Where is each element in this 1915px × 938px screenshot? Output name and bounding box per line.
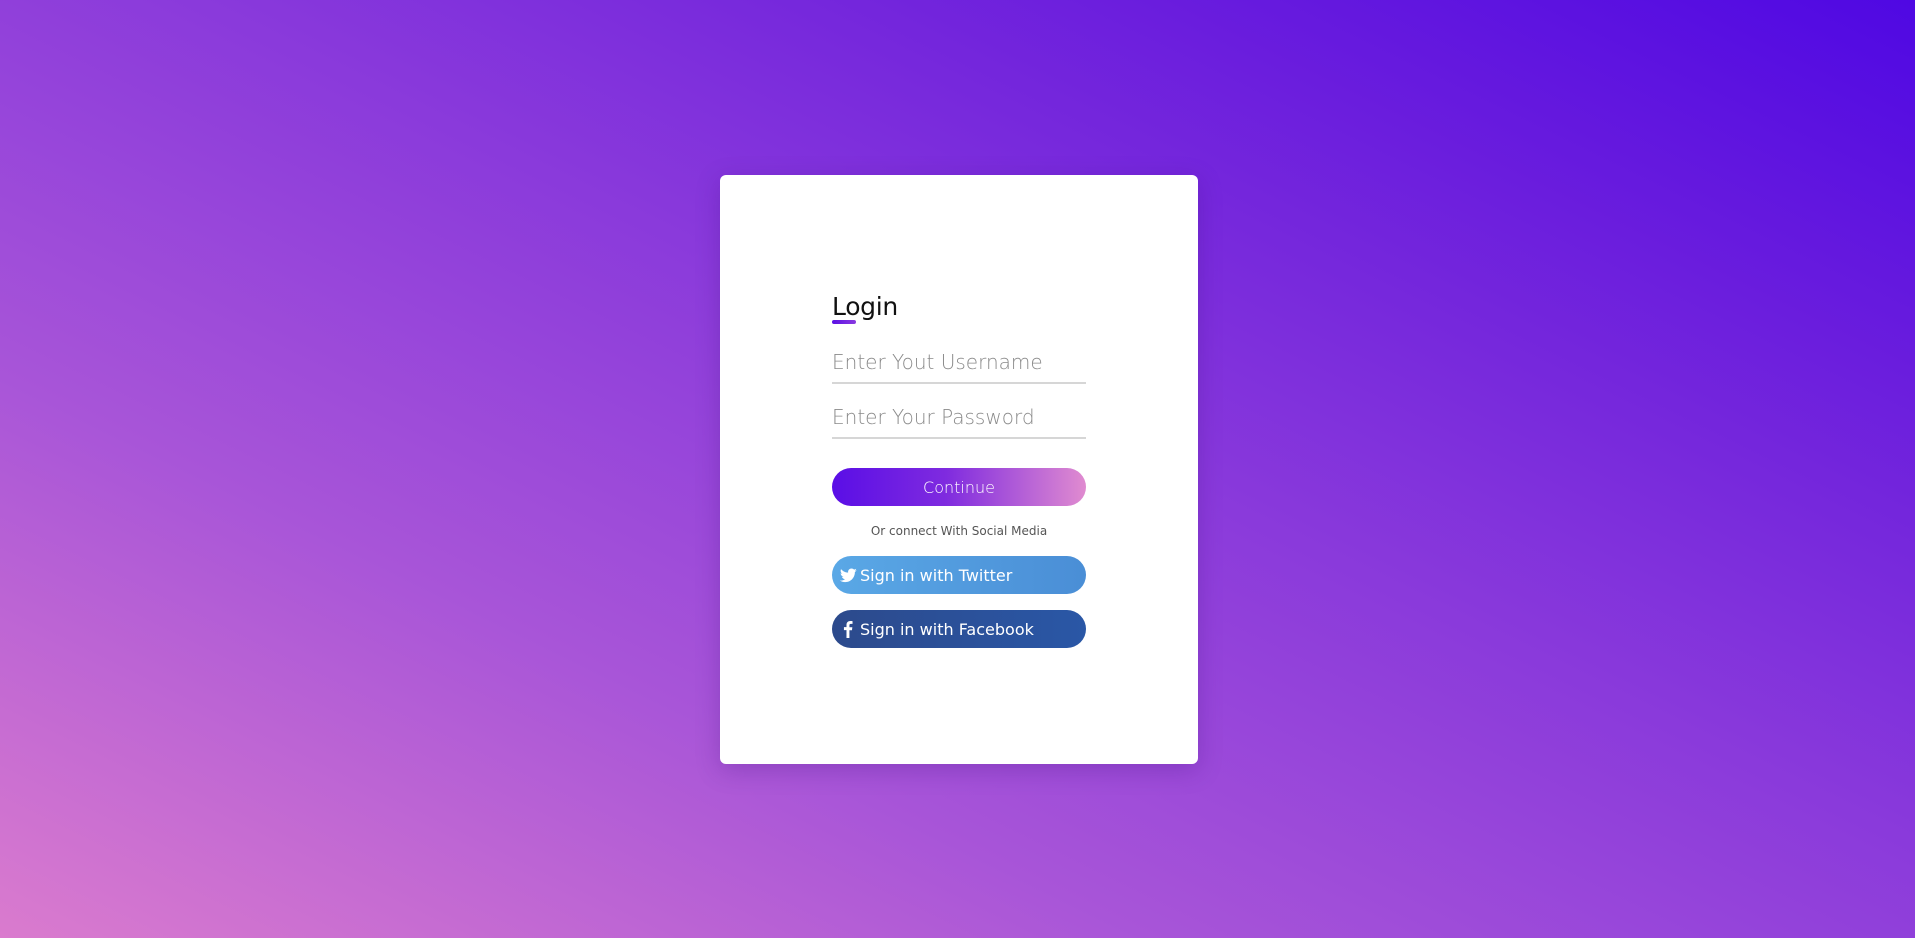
twitter-icon [839, 566, 857, 584]
login-card: Login Continue Or connect With Social Me… [720, 175, 1198, 764]
page-title: Login [832, 290, 1086, 324]
page-title-text: Login [832, 292, 898, 321]
title-underline-accent [832, 320, 856, 324]
facebook-signin-button[interactable]: Sign in with Facebook [832, 610, 1086, 648]
social-divider-text: Or connect With Social Media [870, 524, 1048, 538]
facebook-button-label: Sign in with Facebook [860, 619, 1034, 639]
continue-button[interactable]: Continue [832, 468, 1086, 506]
twitter-button-label: Sign in with Twitter [860, 565, 1013, 585]
username-field [832, 344, 1086, 384]
login-form: Login Continue Or connect With Social Me… [832, 290, 1086, 648]
password-input[interactable] [832, 399, 1086, 435]
username-input[interactable] [832, 344, 1086, 380]
page-background: Login Continue Or connect With Social Me… [0, 0, 1915, 938]
password-field [832, 399, 1086, 439]
twitter-signin-button[interactable]: Sign in with Twitter [832, 556, 1086, 594]
facebook-icon [839, 620, 857, 638]
continue-button-label: Continue [923, 477, 995, 497]
